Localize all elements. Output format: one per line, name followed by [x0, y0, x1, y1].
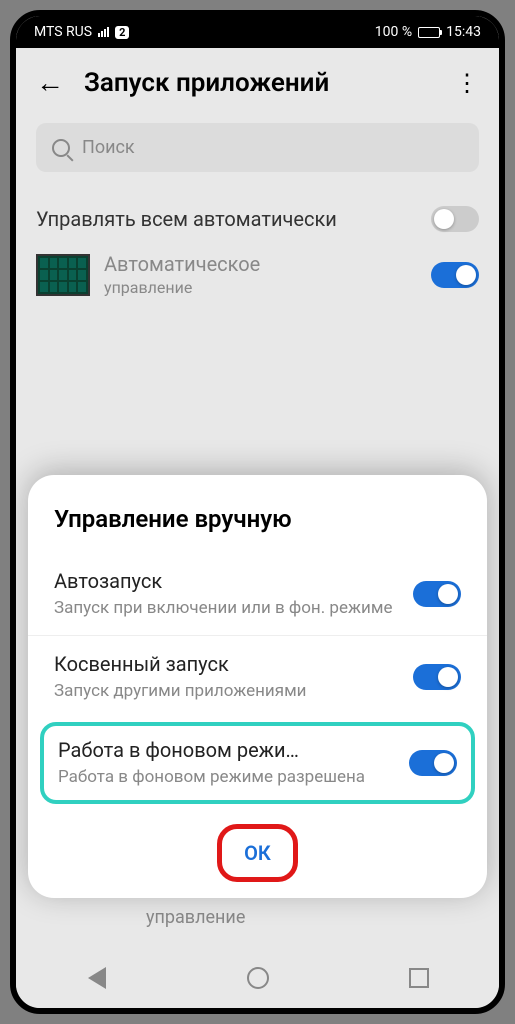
autostart-sub: Запуск при включении или в фон. режиме [54, 597, 399, 619]
dialog-overlay: Управление вручную Автозапуск Запуск при… [16, 16, 499, 1008]
background-title: Работа в фоновом режи… [58, 738, 395, 762]
ok-button[interactable]: ОК [217, 824, 298, 882]
nav-bar [16, 948, 499, 1008]
secondary-toggle[interactable] [413, 664, 461, 690]
autostart-toggle[interactable] [413, 581, 461, 607]
autostart-title: Автозапуск [54, 569, 399, 593]
background-sub: Работа в фоновом режиме разрешена [58, 766, 395, 788]
background-toggle[interactable] [409, 750, 457, 776]
secondary-title: Косвенный запуск [54, 652, 399, 676]
dialog-row-secondary: Косвенный запуск Запуск другими приложен… [28, 635, 487, 718]
nav-recent-icon[interactable] [404, 963, 434, 993]
nav-home-icon[interactable] [243, 963, 273, 993]
manual-manage-dialog: Управление вручную Автозапуск Запуск при… [28, 475, 487, 898]
secondary-sub: Запуск другими приложениями [54, 680, 399, 702]
dialog-title: Управление вручную [28, 499, 487, 553]
dialog-row-background-highlight: Работа в фоновом режи… Работа в фоновом … [40, 722, 475, 804]
ok-label: ОК [244, 841, 271, 865]
dialog-row-autostart: Автозапуск Запуск при включении или в фо… [28, 553, 487, 635]
nav-back-icon[interactable] [82, 963, 112, 993]
